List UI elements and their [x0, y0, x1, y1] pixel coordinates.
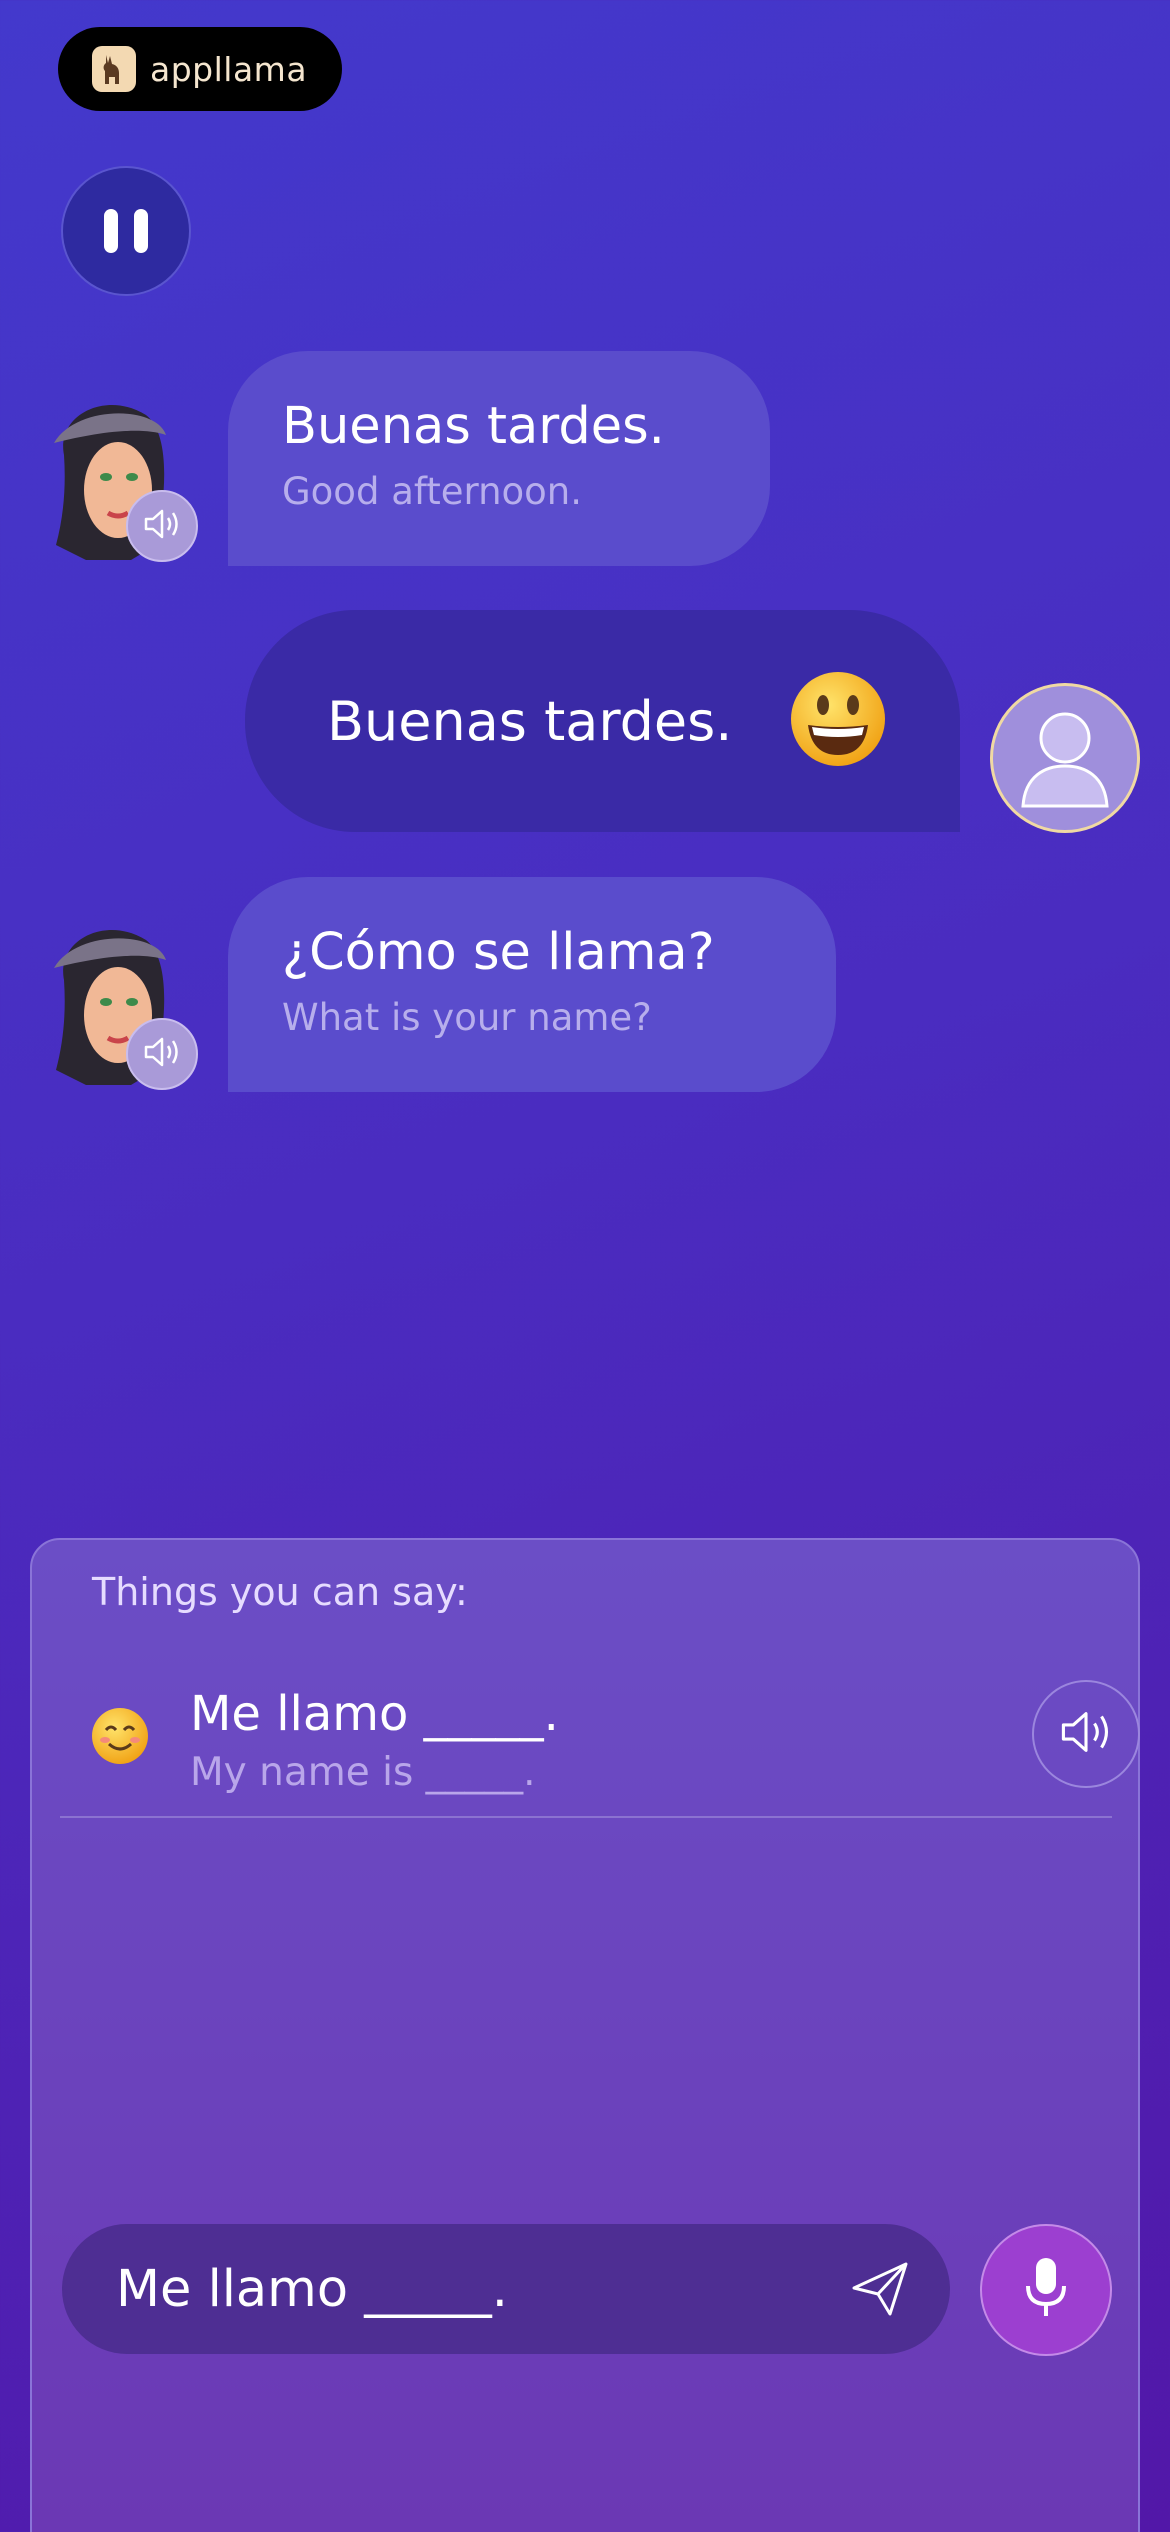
- suggestions-title: Things you can say:: [92, 1570, 468, 1614]
- speaker-icon: [1057, 1708, 1115, 1760]
- message-text: Buenas tardes.: [327, 689, 733, 753]
- speaker-icon: [142, 1035, 182, 1073]
- tutor-message: ¿Cómo se llama? What is your name?: [228, 877, 836, 1092]
- brand-name: appllama: [150, 49, 308, 89]
- grinning-face-emoji: [788, 669, 888, 773]
- message-input-value: Me llamo _____.: [116, 2259, 508, 2319]
- suggestion-item[interactable]: Me llamo _____. My name is _____.: [60, 1668, 1140, 1818]
- smiling-face-emoji: [90, 1706, 150, 1770]
- suggestion-translation: My name is _____.: [190, 1750, 536, 1795]
- suggestion-text: Me llamo _____.: [190, 1686, 559, 1742]
- pause-button[interactable]: [61, 166, 191, 296]
- send-button[interactable]: [850, 2260, 910, 2322]
- message-text: ¿Cómo se llama?: [282, 923, 715, 982]
- person-icon: [1005, 696, 1125, 820]
- llama-logo-icon: [92, 46, 136, 92]
- suggestions-panel: Things you can say: Me llamo _____. My n…: [30, 1538, 1140, 2532]
- message-translation: What is your name?: [282, 996, 652, 1039]
- tutor-message: Buenas tardes. Good afternoon.: [228, 351, 770, 566]
- play-suggestion-audio-button[interactable]: [1032, 1680, 1140, 1788]
- microphone-icon: [1020, 2256, 1072, 2324]
- message-text: Buenas tardes.: [282, 397, 665, 456]
- message-translation: Good afternoon.: [282, 470, 583, 513]
- play-tutor-audio-button[interactable]: [126, 1018, 198, 1090]
- user-message: Buenas tardes.: [245, 610, 960, 832]
- user-avatar: [990, 683, 1140, 833]
- pause-icon: [104, 209, 148, 253]
- speaker-icon: [142, 507, 182, 545]
- microphone-button[interactable]: [980, 2224, 1112, 2356]
- brand-logo: appllama: [58, 27, 342, 111]
- message-input[interactable]: Me llamo _____.: [62, 2224, 950, 2354]
- play-tutor-audio-button[interactable]: [126, 490, 198, 562]
